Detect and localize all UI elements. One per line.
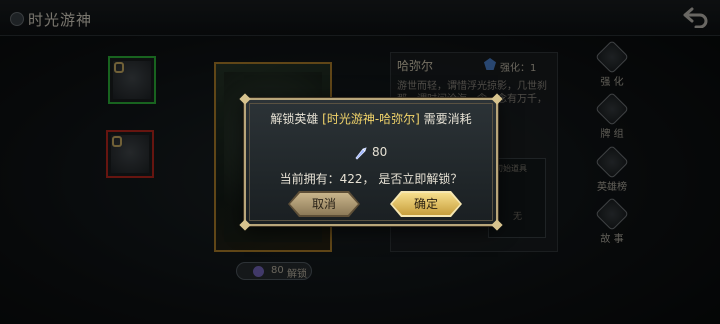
game-screen: 时光游神 80 解锁 哈弥尔 强化：1 游世而轻，谓惜浮光掠影，几世刹那，谓时间… (0, 0, 720, 324)
unlock-confirm-dialog: 解锁英雄 [时光游神-哈弥尔] 需要消耗 80 当前拥有：422， 是否立即解锁… (239, 93, 503, 231)
cancel-button[interactable]: 取消 (290, 193, 358, 215)
hero-highlight: [时光游神-哈弥尔] (322, 112, 420, 126)
dialog-message: 解锁英雄 [时光游神-哈弥尔] 需要消耗 (246, 110, 496, 127)
message-prefix: 解锁英雄 (270, 112, 323, 126)
cost-value: 80 (372, 145, 388, 159)
confirm-button[interactable]: 确定 (392, 193, 460, 215)
crystal-gem-icon (355, 147, 367, 160)
dialog-prompt: 当前拥有：422， 是否立即解锁？ (279, 172, 463, 186)
message-suffix: 需要消耗 (419, 112, 472, 126)
